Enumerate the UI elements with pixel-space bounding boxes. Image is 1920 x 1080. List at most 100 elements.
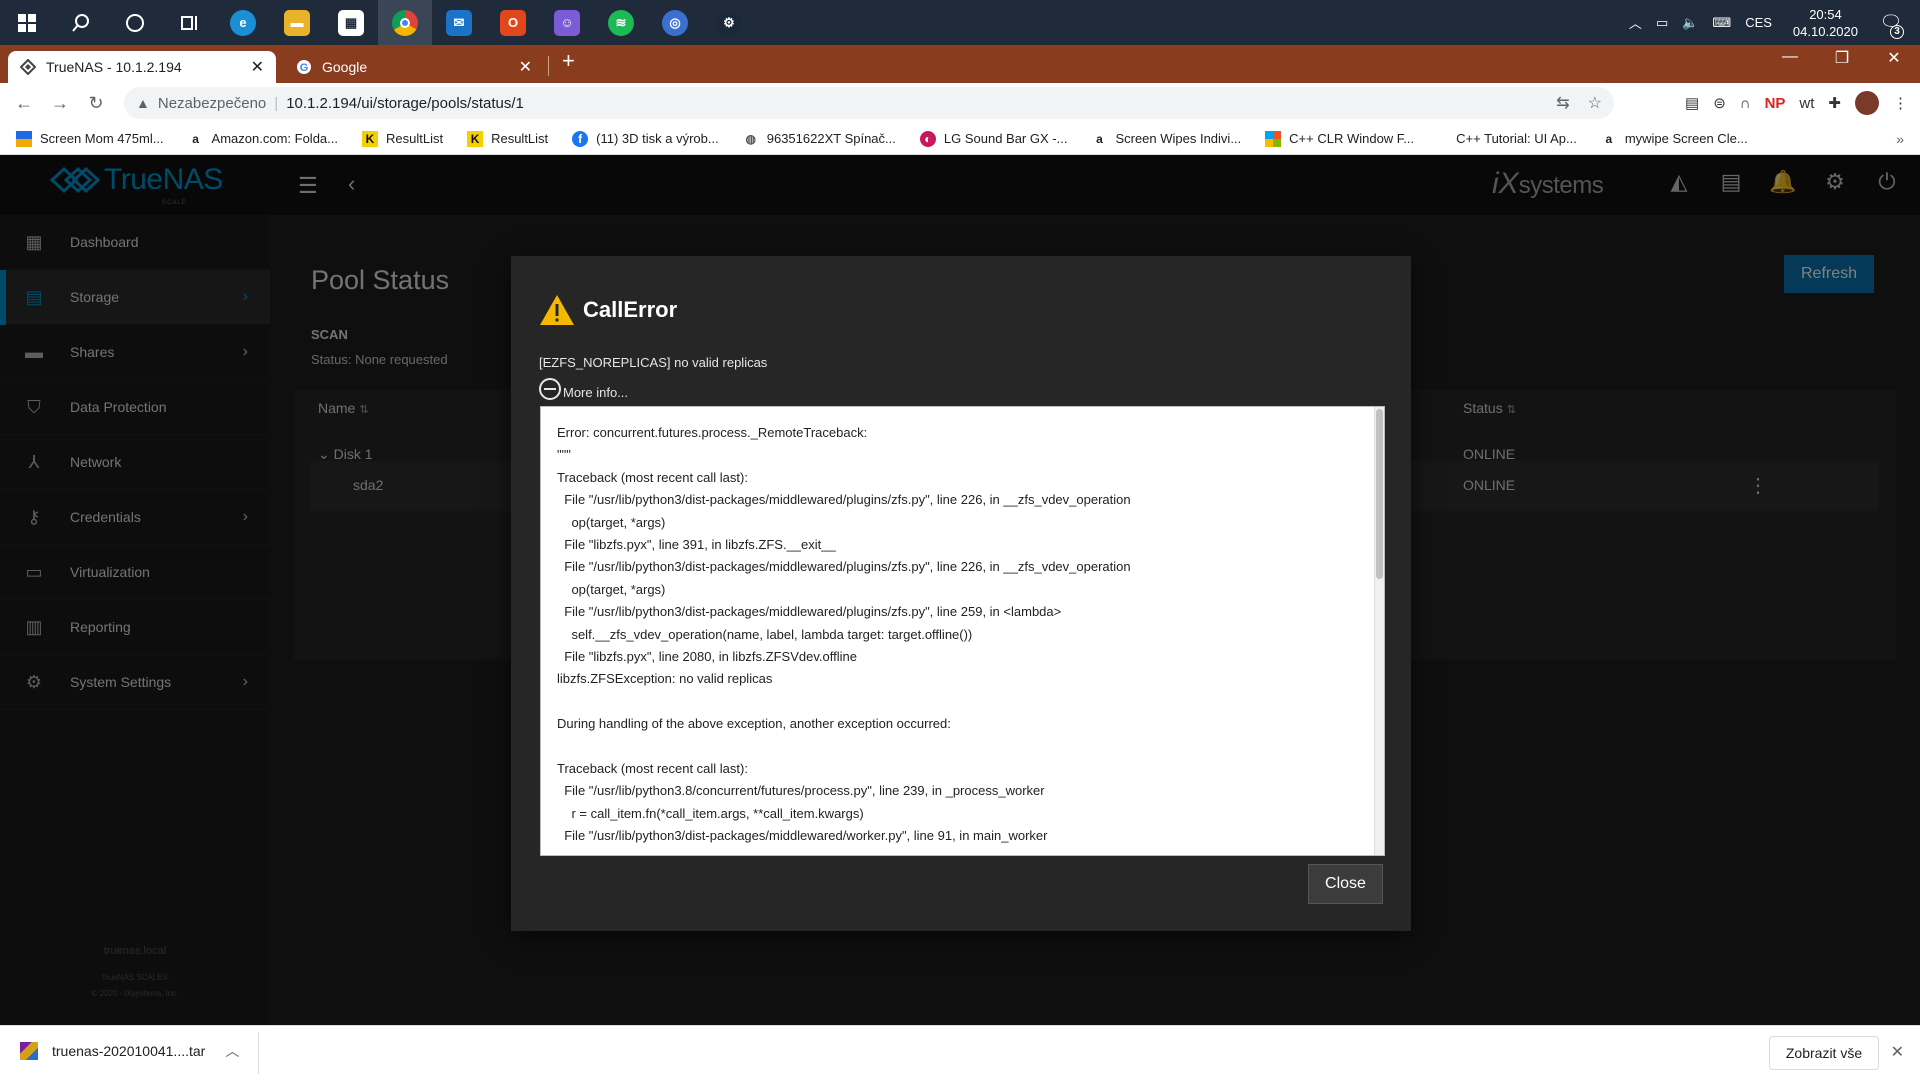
file-explorer-icon[interactable]: ▬ [270, 0, 324, 45]
chevron-up-icon[interactable]: ︿ [1629, 13, 1642, 32]
more-bookmarks-icon[interactable]: » [1896, 131, 1904, 147]
download-divider [258, 1032, 259, 1074]
bookmark-bag-icon [16, 130, 32, 147]
traceback-line: During handling of the above exception, … [557, 716, 951, 732]
bookmark-item[interactable]: K ResultList [362, 130, 443, 147]
tab-truenas[interactable]: TrueNAS - 10.1.2.194 ✕ [8, 51, 276, 83]
bookmark-item[interactable]: a mywipe Screen Cle... [1601, 131, 1747, 147]
minimize-icon[interactable]: — [1764, 48, 1816, 68]
bookmark-star-icon[interactable]: ☆ [1588, 93, 1602, 113]
bookmark-item[interactable]: a Screen Wipes Indivi... [1091, 131, 1241, 147]
warning-icon[interactable]: ▲ [136, 95, 150, 111]
traceback-line: r = call_item.fn(*call_item.args, **call… [557, 805, 864, 821]
traceback-text: Error: concurrent.futures.process._Remot… [557, 422, 1357, 847]
task-view-icon[interactable] [162, 0, 216, 45]
bookmark-item[interactable]: ◐ LG Sound Bar GX -... [919, 130, 1067, 147]
extension-wt-icon[interactable]: wt [1799, 95, 1814, 112]
reload-icon[interactable]: ↻ [78, 93, 114, 114]
security-label[interactable]: Nezabezpečeno [158, 95, 266, 112]
traceback-line [557, 735, 1357, 757]
notification-center-icon[interactable]: 🗨 3 [1876, 12, 1906, 39]
keyboard-icon[interactable]: ⌨ [1712, 15, 1731, 31]
close-icon[interactable]: ✕ [1891, 1042, 1904, 1062]
bookmark-item[interactable]: Screen Mom 475ml... [16, 130, 164, 147]
clock-date: 04.10.2020 [1792, 23, 1858, 39]
truenas-favicon [20, 59, 36, 75]
tab-close-icon[interactable]: ✕ [519, 57, 532, 77]
download-filename: truenas-202010041....tar [52, 1043, 206, 1059]
tab-close-icon[interactable]: ✕ [251, 57, 264, 77]
traceback-line: self.__zfs_vdev_operation(name, label, l… [557, 626, 973, 642]
more-info-toggle[interactable]: More info... [539, 378, 628, 400]
traceback-line: op(target, *args) [557, 581, 666, 597]
window-close-icon[interactable]: ✕ [1868, 48, 1920, 68]
scrollbar[interactable] [1374, 407, 1384, 855]
collapse-minus-icon[interactable] [539, 378, 561, 400]
tab-google[interactable]: G Google ✕ [284, 51, 544, 83]
address-bar[interactable]: ▲ Nezabezpečeno | 10.1.2.194/ui/storage/… [124, 87, 1614, 119]
more-info-label[interactable]: More info... [563, 385, 628, 400]
traceback-box[interactable]: Error: concurrent.futures.process._Remot… [540, 406, 1385, 856]
headset-app-icon[interactable]: ◎ [648, 0, 702, 45]
cortana-icon[interactable] [108, 0, 162, 45]
close-button[interactable]: Close [1308, 864, 1383, 904]
profile-avatar[interactable] [1855, 91, 1879, 115]
traceback-line: File "/usr/lib/python3/dist-packages/mid… [557, 492, 1131, 508]
volume-icon[interactable]: 🔈 [1682, 15, 1698, 31]
clock[interactable]: 20:54 04.10.2020 [1793, 6, 1858, 40]
extension-reader-icon[interactable]: ▤ [1685, 94, 1699, 112]
system-tray: ︿ ▭ 🔈 ⌨ CES 20:54 04.10.2020 🗨 3 [1622, 0, 1920, 45]
restore-icon[interactable]: ❐ [1816, 48, 1868, 68]
puzzle-icon[interactable]: ✚ [1828, 94, 1841, 112]
google-favicon: G [296, 59, 312, 75]
bookmark-item[interactable]: K ResultList [467, 130, 549, 147]
traceback-line: libzfs.ZFSException: no valid replicas [557, 671, 773, 687]
forward-icon[interactable]: → [42, 93, 78, 114]
bookmark-item[interactable]: a Amazon.com: Folda... [188, 131, 338, 147]
archive-file-icon [20, 1042, 38, 1060]
chrome-icon[interactable] [378, 0, 432, 45]
messaging-app-icon[interactable]: ☺ [540, 0, 594, 45]
bookmark-item[interactable]: ◍ 96351622XT Spínač... [743, 131, 895, 147]
windows-start-icon[interactable] [0, 0, 54, 45]
new-tab-icon[interactable]: + [562, 48, 575, 74]
extension-np-icon[interactable]: NP [1765, 95, 1786, 112]
bookmark-item[interactable]: C++ CLR Window F... [1265, 130, 1414, 147]
traceback-line [557, 691, 1357, 713]
bookmark-item[interactable]: f (11) 3D tisk a výrob... [572, 130, 719, 147]
store-icon[interactable]: ▦ [324, 0, 378, 45]
extension-circle-icon[interactable]: ⊜ [1713, 94, 1726, 112]
spotify-icon[interactable]: ≋ [594, 0, 648, 45]
back-icon[interactable]: ← [6, 93, 42, 114]
menu-icon[interactable]: ⋮ [1893, 94, 1908, 112]
edge-icon[interactable]: e [216, 0, 270, 45]
show-all-downloads-button[interactable]: Zobrazit vše [1769, 1036, 1879, 1070]
tab-title: Google [322, 59, 368, 75]
translate-icon[interactable]: ⇆ [1556, 93, 1569, 113]
traceback-line: File "libzfs.pyx", line 391, in libzfs.Z… [557, 536, 836, 552]
chevron-up-icon[interactable]: ︿ [225, 1041, 239, 1061]
traceback-line: File "/usr/lib/python3/dist-packages/mid… [557, 559, 1131, 575]
mail-icon[interactable]: ✉ [432, 0, 486, 45]
scrollbar-thumb[interactable] [1376, 409, 1383, 579]
download-bar: truenas-202010041....tar ︿ Zobrazit vše … [0, 1025, 1920, 1080]
bookmark-label: ResultList [491, 131, 549, 146]
browser-tab-strip: TrueNAS - 10.1.2.194 ✕ G Google ✕ [0, 45, 1920, 83]
network-icon[interactable]: ▭ [1656, 15, 1668, 31]
download-item[interactable]: truenas-202010041....tar ︿ [20, 1041, 239, 1061]
extension-headphones-icon[interactable]: ∩ [1740, 95, 1751, 112]
url-text[interactable]: 10.1.2.194/ui/storage/pools/status/1 [286, 95, 524, 112]
bookmark-label: Screen Mom 475ml... [40, 131, 164, 146]
traceback-line: """ [557, 447, 571, 463]
lg-icon: ◐ [919, 130, 936, 147]
search-icon[interactable] [54, 0, 108, 45]
address-actions: ⇆ ☆ [1556, 93, 1602, 113]
amazon-icon: a [1096, 131, 1103, 146]
steam-icon[interactable]: ⚙ [702, 0, 756, 45]
input-language[interactable]: CES [1745, 15, 1772, 30]
office-icon[interactable]: O [486, 0, 540, 45]
dialog-title: CallError [583, 297, 678, 322]
bookmark-item[interactable]: C++ Tutorial: UI Ap... [1456, 131, 1577, 146]
resultlist-icon: K [362, 130, 378, 147]
resultlist-icon: K [467, 130, 484, 147]
